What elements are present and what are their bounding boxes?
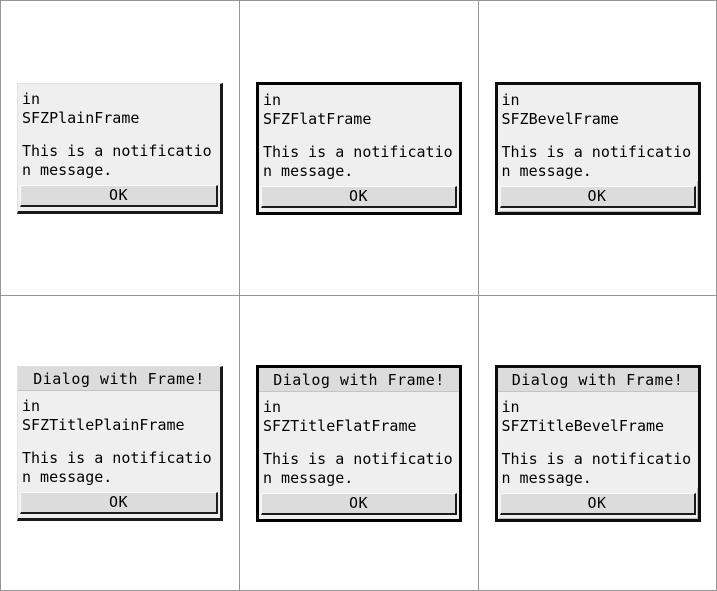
dialog-titlebar: Dialog with Frame! — [18, 366, 220, 391]
ok-button[interactable]: OK — [20, 491, 218, 514]
dialog-button-row: OK — [259, 488, 459, 519]
dialog-body: in SFZFlatFrame This is a notification m… — [259, 84, 459, 181]
dialog-origin-label: in SFZTitlePlainFrame — [22, 396, 185, 434]
grid-cell-flat: in SFZFlatFrame This is a notification m… — [240, 1, 479, 296]
dialog-button-row: OK — [18, 487, 220, 518]
dialog-body: in SFZBevelFrame This is a notification … — [497, 84, 698, 181]
dialog-origin-label: in SFZPlainFrame — [22, 89, 140, 127]
dialog-titlebar: Dialog with Frame! — [259, 367, 459, 392]
grid-cell-title-bevel: Dialog with Frame! in SFZTitleBevelFrame… — [479, 296, 716, 590]
dialog-message: This is a notification message. — [263, 142, 453, 180]
ok-button[interactable]: OK — [20, 184, 218, 207]
ok-button[interactable]: OK — [261, 492, 457, 515]
dialog-body: in SFZTitlePlainFrame This is a notifica… — [18, 390, 220, 487]
dialog-button-row: OK — [18, 180, 220, 211]
dialog-titlebar: Dialog with Frame! — [497, 367, 698, 392]
dialog-origin-label: in SFZTitleFlatFrame — [263, 397, 417, 435]
dialog-button-row: OK — [498, 488, 698, 519]
dialog-grid: in SFZPlainFrame This is a notification … — [1, 1, 716, 590]
dialog-sfz-flat-frame[interactable]: in SFZFlatFrame This is a notification m… — [256, 81, 462, 215]
dialog-sfz-bevel-frame[interactable]: in SFZBevelFrame This is a notification … — [494, 81, 701, 215]
dialog-origin-label: in SFZFlatFrame — [263, 90, 372, 128]
dialog-sfz-title-plain-frame[interactable]: Dialog with Frame! in SFZTitlePlainFrame… — [17, 365, 223, 521]
ok-button[interactable]: OK — [261, 185, 457, 208]
dialog-sfz-title-bevel-frame[interactable]: Dialog with Frame! in SFZTitleBevelFrame… — [494, 364, 701, 522]
dialog-message: This is a notification message. — [22, 448, 212, 486]
dialog-body: in SFZTitleBevelFrame This is a notifica… — [497, 391, 698, 488]
dialog-button-row: OK — [498, 181, 698, 212]
dialog-message: This is a notification message. — [501, 449, 692, 487]
dialog-button-row: OK — [259, 181, 459, 212]
dialog-origin-label: in SFZTitleBevelFrame — [501, 397, 665, 435]
dialog-message: This is a notification message. — [501, 142, 692, 180]
dialog-sfz-title-flat-frame[interactable]: Dialog with Frame! in SFZTitleFlatFrame … — [256, 364, 462, 522]
grid-cell-title-flat: Dialog with Frame! in SFZTitleFlatFrame … — [240, 296, 479, 590]
ok-button[interactable]: OK — [499, 185, 696, 208]
ok-button[interactable]: OK — [499, 492, 696, 515]
dialog-body: in SFZPlainFrame This is a notification … — [18, 83, 220, 180]
dialog-body: in SFZTitleFlatFrame This is a notificat… — [259, 391, 459, 488]
dialog-origin-label: in SFZBevelFrame — [501, 90, 619, 128]
frame-showcase-page: in SFZPlainFrame This is a notification … — [0, 0, 717, 591]
dialog-message: This is a notification message. — [22, 141, 212, 179]
grid-cell-title-plain: Dialog with Frame! in SFZTitlePlainFrame… — [1, 296, 240, 590]
grid-cell-bevel: in SFZBevelFrame This is a notification … — [479, 1, 716, 296]
dialog-sfz-plain-frame[interactable]: in SFZPlainFrame This is a notification … — [17, 82, 223, 214]
dialog-message: This is a notification message. — [263, 449, 453, 487]
grid-cell-plain: in SFZPlainFrame This is a notification … — [1, 1, 240, 296]
